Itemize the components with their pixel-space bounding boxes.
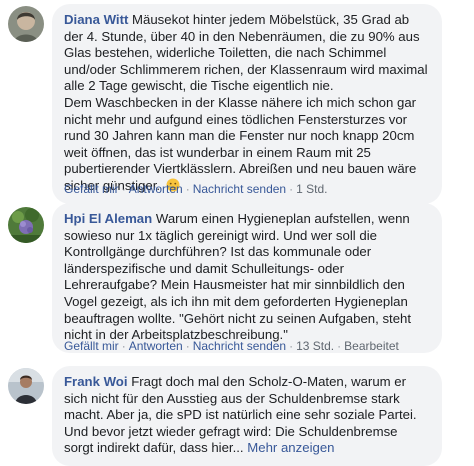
avatar[interactable] <box>8 207 44 243</box>
comment-text: Warum einen Hygieneplan aufstellen, wenn… <box>64 211 415 343</box>
comment-author[interactable]: Frank Woi <box>64 374 128 389</box>
comment-actions: Gefällt mir · Antworten · Nachricht senden · 1… <box>64 339 399 353</box>
show-more-link[interactable]: Mehr anzeigen <box>247 440 334 455</box>
send-message-link[interactable]: Nachricht senden <box>193 182 286 196</box>
comment-author[interactable]: Hpi El Aleman <box>64 211 152 226</box>
avatar[interactable] <box>8 368 44 404</box>
avatar[interactable] <box>8 6 44 42</box>
reply-link[interactable]: Antworten <box>129 339 183 353</box>
comment-author[interactable]: Diana Witt <box>64 12 128 27</box>
edited-label[interactable]: Bearbeitet <box>344 339 399 353</box>
like-link[interactable]: Gefällt mir <box>64 339 119 353</box>
comment-text: Mäusekot hinter jedem Möbelstück, 35 Gra… <box>64 12 428 193</box>
reply-link[interactable]: Antworten <box>129 182 183 196</box>
comment-bubble: Diana Witt Mäusekot hinter jedem Möbelst… <box>52 4 442 204</box>
comment-actions: Gefällt mir · Antworten · Nachricht senden · 1… <box>64 182 328 196</box>
comment-bubble: Hpi El Aleman Warum einen Hygieneplan au… <box>52 203 442 353</box>
like-link[interactable]: Gefällt mir <box>64 182 119 196</box>
comment-bubble: Frank Woi Fragt doch mal den Scholz-O-Ma… <box>52 366 442 466</box>
timestamp[interactable]: 1 Std. <box>296 182 327 196</box>
send-message-link[interactable]: Nachricht senden <box>193 339 286 353</box>
timestamp[interactable]: 13 Std. <box>296 339 334 353</box>
